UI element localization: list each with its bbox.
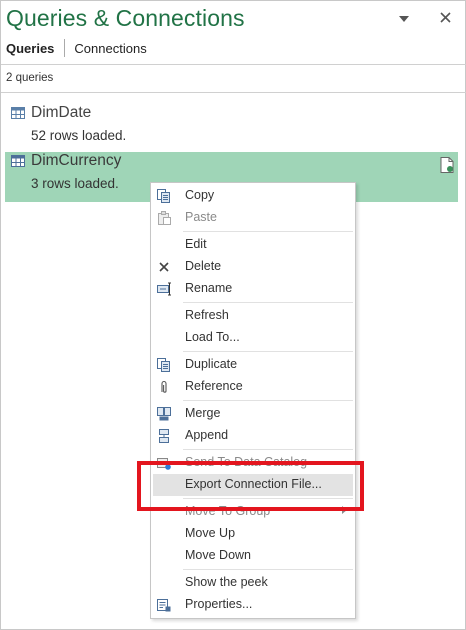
menu-item-label: Load To... <box>185 330 240 344</box>
tab-queries[interactable]: Queries <box>6 41 54 56</box>
menu-item-rename[interactable]: Rename <box>151 278 355 300</box>
menu-item-label: Duplicate <box>185 357 238 371</box>
peek-icon[interactable] <box>440 157 454 173</box>
duplicate-icon <box>157 358 170 372</box>
menu-item-merge[interactable]: Merge <box>151 403 355 425</box>
menu-item-label: Merge <box>185 406 221 420</box>
menu-separator <box>183 569 353 570</box>
menu-item-label: Refresh <box>185 308 229 322</box>
context-menu: Copy Paste Edit Delete Rename Refresh Lo… <box>150 182 356 619</box>
menu-item-properties[interactable]: Properties... <box>151 594 355 616</box>
menu-separator <box>183 400 353 401</box>
menu-separator <box>183 449 353 450</box>
tabs-divider <box>1 64 466 65</box>
menu-item-label: Move Down <box>185 548 251 562</box>
menu-item-edit[interactable]: Edit <box>151 234 355 256</box>
query-name: DimDate <box>31 104 92 121</box>
query-status: 52 rows loaded. <box>31 128 127 143</box>
menu-item-label: Rename <box>185 281 233 295</box>
dropdown-arrow-icon <box>399 16 409 22</box>
tab-connections[interactable]: Connections <box>74 41 146 56</box>
menu-item-label: Move Up <box>185 526 236 540</box>
menu-item-paste[interactable]: Paste <box>151 207 355 229</box>
menu-item-move-up[interactable]: Move Up <box>151 523 355 545</box>
count-divider <box>1 92 466 93</box>
menu-item-duplicate[interactable]: Duplicate <box>151 354 355 376</box>
menu-item-label: Show the peek <box>185 575 268 589</box>
query-item-dimdate[interactable]: DimDate 52 rows loaded. <box>5 104 458 148</box>
delete-icon <box>159 262 169 272</box>
menu-separator <box>183 302 353 303</box>
paperclip-icon <box>161 380 167 393</box>
merge-icon <box>157 407 171 421</box>
menu-item-copy[interactable]: Copy <box>151 185 355 207</box>
query-count: 2 queries <box>6 72 54 84</box>
tab-divider <box>64 39 66 57</box>
copy-icon <box>157 189 170 203</box>
menu-item-label: Reference <box>185 379 243 393</box>
menu-item-show-the-peek[interactable]: Show the peek <box>151 572 355 594</box>
menu-item-load-to[interactable]: Load To... <box>151 327 355 349</box>
properties-icon <box>157 599 171 612</box>
menu-item-label: Edit <box>185 237 207 251</box>
highlight-box <box>137 461 364 511</box>
pane-tabs: Queries Connections <box>6 39 147 57</box>
menu-item-reference[interactable]: Reference <box>151 376 355 398</box>
append-icon <box>159 429 169 443</box>
close-icon <box>439 12 451 23</box>
query-status: 3 rows loaded. <box>31 176 119 191</box>
pane-options-button[interactable] <box>393 7 415 29</box>
table-icon <box>11 107 25 119</box>
menu-item-label: Paste <box>185 210 217 224</box>
rename-icon <box>157 282 171 296</box>
menu-item-label: Delete <box>185 259 222 273</box>
table-icon <box>11 155 25 167</box>
paste-icon <box>158 211 171 225</box>
pane-title: Queries & Connections <box>6 5 245 31</box>
query-name: DimCurrency <box>31 152 122 169</box>
menu-item-delete[interactable]: Delete <box>151 256 355 278</box>
menu-item-label: Properties... <box>185 597 253 611</box>
menu-item-label: Copy <box>185 188 215 202</box>
menu-separator <box>183 231 353 232</box>
menu-item-refresh[interactable]: Refresh <box>151 305 355 327</box>
close-button[interactable] <box>434 7 456 29</box>
menu-item-move-down[interactable]: Move Down <box>151 545 355 567</box>
menu-separator <box>183 351 353 352</box>
menu-item-append[interactable]: Append <box>151 425 355 447</box>
menu-item-label: Append <box>185 428 229 442</box>
